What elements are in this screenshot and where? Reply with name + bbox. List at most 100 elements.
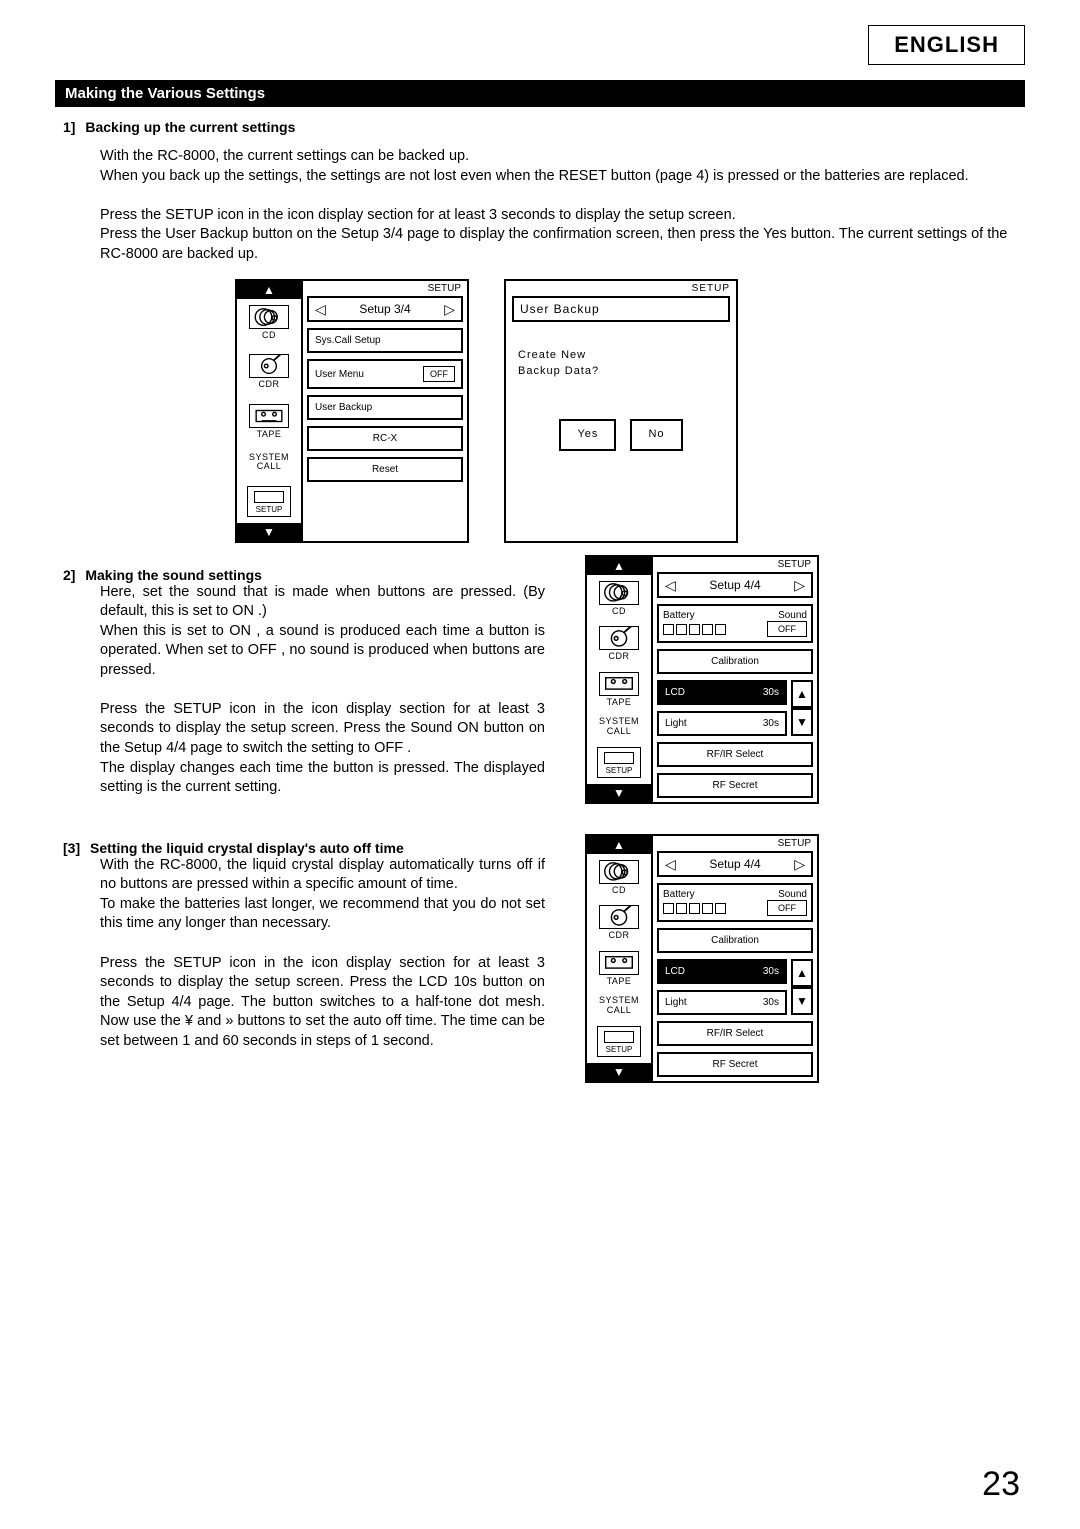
sidebar-item-tape[interactable]: TAPE [591,951,647,987]
item-number: 2] [63,567,75,583]
sidebar-item-setup[interactable]: SETUP [247,486,291,517]
sidebar-item-cd[interactable]: CD [591,581,647,617]
battery-sound-row[interactable]: Battery Sound OFF [657,604,813,643]
body-text: With the RC-8000, the liquid crystal dis… [100,856,545,1052]
sidebar-item-tape[interactable]: TAPE [241,404,297,440]
next-icon[interactable]: ▷ [444,302,455,316]
prev-icon[interactable]: ◁ [315,302,326,316]
scroll-up-icon[interactable]: ▲ [237,281,301,299]
lcd-value: 30s [763,687,779,698]
sidebar-item-label: TAPE [257,429,282,439]
scroll-down-icon[interactable]: ▼ [587,784,651,802]
button-label: User Backup [315,402,372,413]
light-time-button[interactable]: Light 30s [657,711,787,736]
lcd-title-row: User Backup [512,296,730,322]
rcx-button[interactable]: RC-X [307,426,463,451]
button-label: RF Secret [712,780,757,791]
cdr-icon [249,354,289,378]
mode-label: SETUP [778,559,811,570]
item-number: [3] [63,840,80,856]
battery-label: Battery [663,889,695,900]
button-label: Calibration [711,656,759,667]
item-heading: 1] Backing up the current settings [63,119,1025,135]
calibration-button[interactable]: Calibration [657,649,813,674]
sidebar-item-label: SETUP [598,1043,640,1056]
lcd-title-row: ◁ Setup 4/4 ▷ [657,572,813,598]
next-icon[interactable]: ▷ [794,578,805,592]
sound-state: OFF [767,900,807,916]
body-text: Here, set the sound that is made when bu… [100,583,545,798]
lcd-time-button[interactable]: LCD 30s [657,959,787,984]
dialog-text: Create New [518,348,724,363]
sys-call-setup-button[interactable]: Sys.Call Setup [307,328,463,353]
yes-button[interactable]: Yes [559,419,616,450]
scroll-down-icon[interactable]: ▼ [237,523,301,541]
paragraph: To make the batteries last longer, we re… [100,895,545,934]
sidebar-item-label: SYSTEMCALL [591,717,647,737]
sidebar-item-cd[interactable]: CD [591,860,647,896]
lcd-time-button[interactable]: LCD 30s [657,680,787,705]
calibration-button[interactable]: Calibration [657,928,813,953]
button-label: RF/IR Select [707,1028,764,1039]
tape-icon [599,672,639,696]
prev-icon[interactable]: ◁ [665,578,676,592]
language-badge: ENGLISH [868,25,1025,65]
sidebar-item-cd[interactable]: CD [241,305,297,341]
sidebar-item-system-call[interactable]: SYSTEMCALL [591,996,647,1016]
sidebar-item-tape[interactable]: TAPE [591,672,647,708]
button-label: RF/IR Select [707,749,764,760]
button-label: RF Secret [712,1059,757,1070]
lcd-main-area: SETUP ◁ Setup 4/4 ▷ Battery Sound [651,836,817,1081]
lcd-main-area: SETUP ◁ Setup 4/4 ▷ Battery Sound [651,557,817,802]
sidebar-item-label: SETUP [248,503,290,516]
button-label: RC-X [373,433,397,444]
rf-secret-button[interactable]: RF Secret [657,773,813,798]
item-title: Making the sound settings [85,567,262,583]
scroll-down-icon[interactable]: ▼ [587,1063,651,1081]
user-backup-button[interactable]: User Backup [307,395,463,420]
cd-icon [599,860,639,884]
light-value: 30s [763,997,779,1008]
prev-icon[interactable]: ◁ [665,857,676,871]
mode-label: SETUP [692,283,730,294]
sidebar-item-label: CDR [259,379,280,389]
sidebar-item-system-call[interactable]: SYSTEMCALL [241,453,297,473]
rf-secret-button[interactable]: RF Secret [657,1052,813,1077]
decrement-button[interactable]: ▼ [791,987,813,1015]
button-label: Sys.Call Setup [315,335,381,346]
sidebar-item-setup[interactable]: SETUP [597,1026,641,1057]
tape-icon [249,404,289,428]
sound-state: OFF [767,621,807,637]
rf-ir-select-button[interactable]: RF/IR Select [657,1021,813,1046]
item-title: Backing up the current settings [85,119,295,135]
setup-icon [604,1031,634,1043]
user-menu-button[interactable]: User Menu OFF [307,359,463,389]
paragraph: The display changes each time the button… [100,759,545,798]
light-time-button[interactable]: Light 30s [657,990,787,1015]
sidebar-item-label: TAPE [607,697,632,707]
lcd-screen-setup-3-4: ▲ CD CDR [235,279,469,542]
scroll-up-icon[interactable]: ▲ [587,557,651,575]
sidebar-item-cdr[interactable]: CDR [591,905,647,941]
paragraph: Press the User Backup button on the Setu… [100,225,1025,264]
sound-label: Sound [778,610,807,621]
cd-icon [249,305,289,329]
button-label: Light [665,997,687,1008]
sidebar-item-cdr[interactable]: CDR [591,626,647,662]
button-label: LCD [665,966,685,977]
sidebar-item-setup[interactable]: SETUP [597,747,641,778]
rf-ir-select-button[interactable]: RF/IR Select [657,742,813,767]
header-row: ENGLISH [55,25,1025,65]
reset-button[interactable]: Reset [307,457,463,482]
increment-button[interactable]: ▲ [791,680,813,708]
sidebar-item-system-call[interactable]: SYSTEMCALL [591,717,647,737]
scroll-up-icon[interactable]: ▲ [587,836,651,854]
decrement-button[interactable]: ▼ [791,708,813,736]
sidebar-item-cdr[interactable]: CDR [241,354,297,390]
increment-button[interactable]: ▲ [791,959,813,987]
lcd-title-row: ◁ Setup 3/4 ▷ [307,296,463,322]
section-title-bar: Making the Various Settings [55,80,1025,107]
no-button[interactable]: No [630,419,682,450]
battery-sound-row[interactable]: Battery Sound OFF [657,883,813,922]
next-icon[interactable]: ▷ [794,857,805,871]
